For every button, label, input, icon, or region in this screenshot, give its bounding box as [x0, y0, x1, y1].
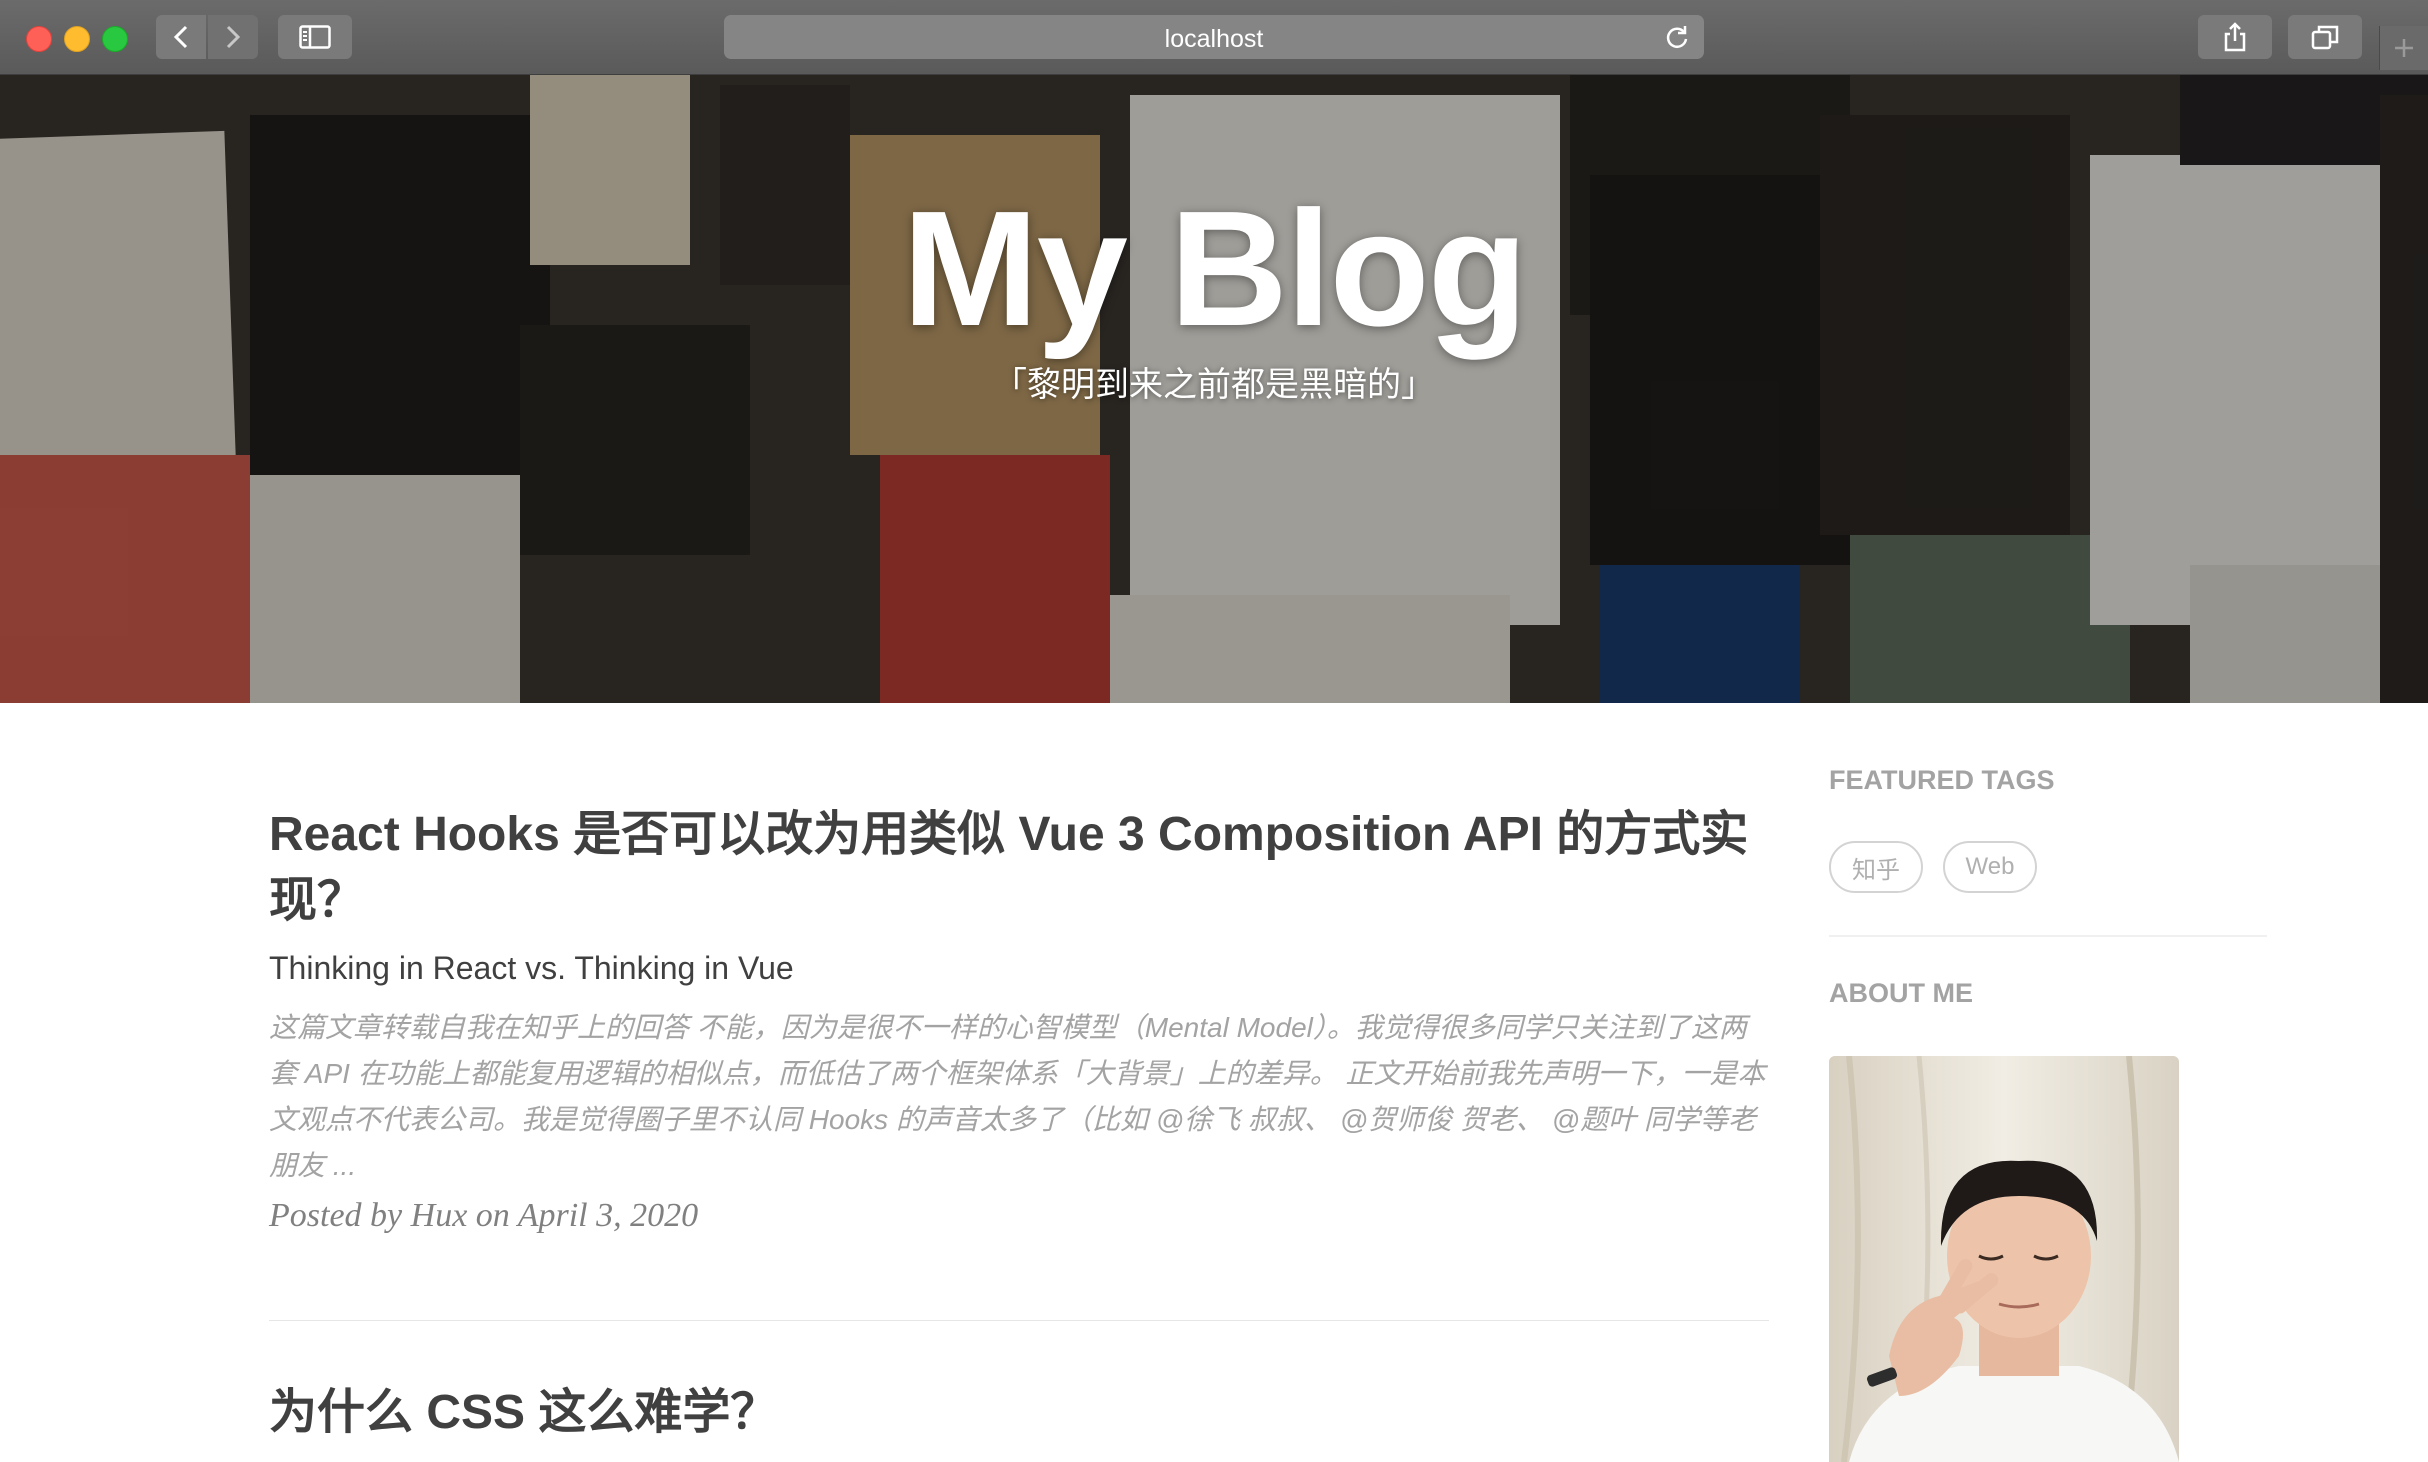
forward-button[interactable] — [208, 15, 258, 59]
site-subtitle: 「黎明到来之前都是黑暗的」 — [993, 366, 1435, 404]
reload-icon[interactable] — [1664, 24, 1690, 50]
url-text[interactable]: localhost — [724, 25, 1704, 54]
chevron-right-icon — [226, 25, 241, 49]
featured-tags-heading: FEATURED TAGS — [1829, 765, 2055, 795]
plus-icon — [2395, 39, 2413, 57]
share-button[interactable] — [2198, 15, 2272, 59]
avatar — [1829, 1056, 2179, 1462]
post-excerpt[interactable]: 这篇文章转载自我在知乎上的回答 不能，因为是很不一样的心智模型（Mental M… — [269, 1005, 1769, 1189]
tab-overview-button[interactable] — [2288, 15, 2362, 59]
browser-titlebar: localhost — [0, 0, 2428, 75]
post-date: April 3, 2020 — [517, 1197, 699, 1234]
post-title[interactable]: React Hooks 是否可以改为用类似 Vue 3 Composition … — [269, 802, 1769, 934]
post-title[interactable]: 为什么 CSS 这么难学？ — [269, 1380, 1769, 1446]
tag-zhihu[interactable]: 知乎 — [1829, 841, 1923, 893]
post-subtitle[interactable]: Thinking in React vs. Thinking in Vue — [269, 950, 1769, 987]
chevron-left-icon — [173, 25, 188, 49]
zoom-window-button[interactable] — [102, 26, 128, 52]
post-divider — [269, 1320, 1769, 1321]
tabs-overview-icon — [2311, 25, 2339, 50]
back-button[interactable] — [156, 15, 206, 59]
post-meta: Posted by Hux on April 3, 2020 — [269, 1197, 1769, 1235]
site-title[interactable]: My Blog — [0, 175, 2428, 363]
tag-web[interactable]: Web — [1943, 841, 2037, 893]
post-meta-on: on — [475, 1197, 510, 1234]
sidebar-divider — [1829, 935, 2267, 937]
post-meta-prefix: Posted by — [269, 1197, 403, 1234]
share-icon — [2224, 22, 2246, 52]
avatar-photo — [1829, 1056, 2179, 1462]
post-preview[interactable]: React Hooks 是否可以改为用类似 Vue 3 Composition … — [269, 802, 1769, 1235]
hero-header: My Blog 「黎明到来之前都是黑暗的」 — [0, 75, 2428, 703]
sidebar-icon — [299, 25, 331, 49]
address-bar[interactable]: localhost — [724, 15, 1704, 59]
post-preview[interactable]: 为什么 CSS 这么难学？ — [269, 1380, 1769, 1446]
sidebar-toggle-button[interactable] — [278, 15, 352, 59]
close-window-button[interactable] — [26, 26, 52, 52]
minimize-window-button[interactable] — [64, 26, 90, 52]
about-me-heading: ABOUT ME — [1829, 978, 1973, 1008]
new-tab-button[interactable] — [2379, 26, 2428, 70]
post-author-link[interactable]: Hux — [411, 1197, 468, 1234]
